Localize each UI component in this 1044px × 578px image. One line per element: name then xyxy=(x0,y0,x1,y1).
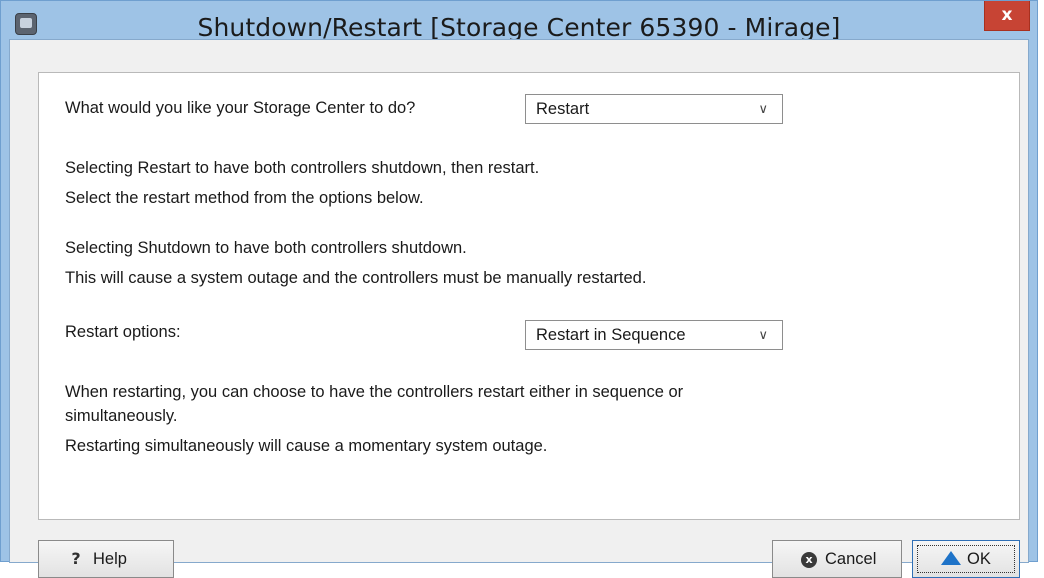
cancel-button-label: Cancel xyxy=(825,550,877,568)
restart-options-select[interactable]: Restart in Sequence ∨ xyxy=(525,320,783,350)
sequence-description-line-1: When restarting, you can choose to have … xyxy=(65,383,684,401)
options-panel: What would you like your Storage Center … xyxy=(38,72,1020,520)
action-question-label: What would you like your Storage Center … xyxy=(65,99,416,117)
ok-button-label: OK xyxy=(967,550,991,568)
restart-options-label: Restart options: xyxy=(65,323,181,341)
chevron-down-icon: ∨ xyxy=(758,327,768,342)
focus-rectangle xyxy=(917,545,1015,573)
restart-options-select-value: Restart in Sequence xyxy=(536,326,686,344)
shutdown-description-line-2: This will cause a system outage and the … xyxy=(65,269,647,287)
ok-button[interactable]: OK xyxy=(912,540,1020,578)
help-button-label: Help xyxy=(93,550,127,568)
cancel-icon: x xyxy=(801,551,817,568)
help-button[interactable]: ? Help xyxy=(38,540,174,578)
chevron-down-icon: ∨ xyxy=(758,101,768,116)
sequence-description-line-2: simultaneously. xyxy=(65,407,178,425)
restart-description-line-2: Select the restart method from the optio… xyxy=(65,189,424,207)
shutdown-description-line-1: Selecting Shutdown to have both controll… xyxy=(65,239,467,257)
help-icon: ? xyxy=(71,549,81,568)
sequence-description-line-3: Restarting simultaneously will cause a m… xyxy=(65,437,548,455)
dialog-window: Shutdown/Restart [Storage Center 65390 -… xyxy=(0,0,1038,578)
window-title: Shutdown/Restart [Storage Center 65390 -… xyxy=(197,13,841,42)
restart-description-line-1: Selecting Restart to have both controlle… xyxy=(65,159,540,177)
action-select[interactable]: Restart ∨ xyxy=(525,94,783,124)
action-select-value: Restart xyxy=(536,100,590,118)
close-button[interactable]: x xyxy=(984,1,1030,31)
up-arrow-icon xyxy=(941,550,961,565)
cancel-button[interactable]: x Cancel xyxy=(772,540,902,578)
dialog-client-area: What would you like your Storage Center … xyxy=(9,39,1029,578)
